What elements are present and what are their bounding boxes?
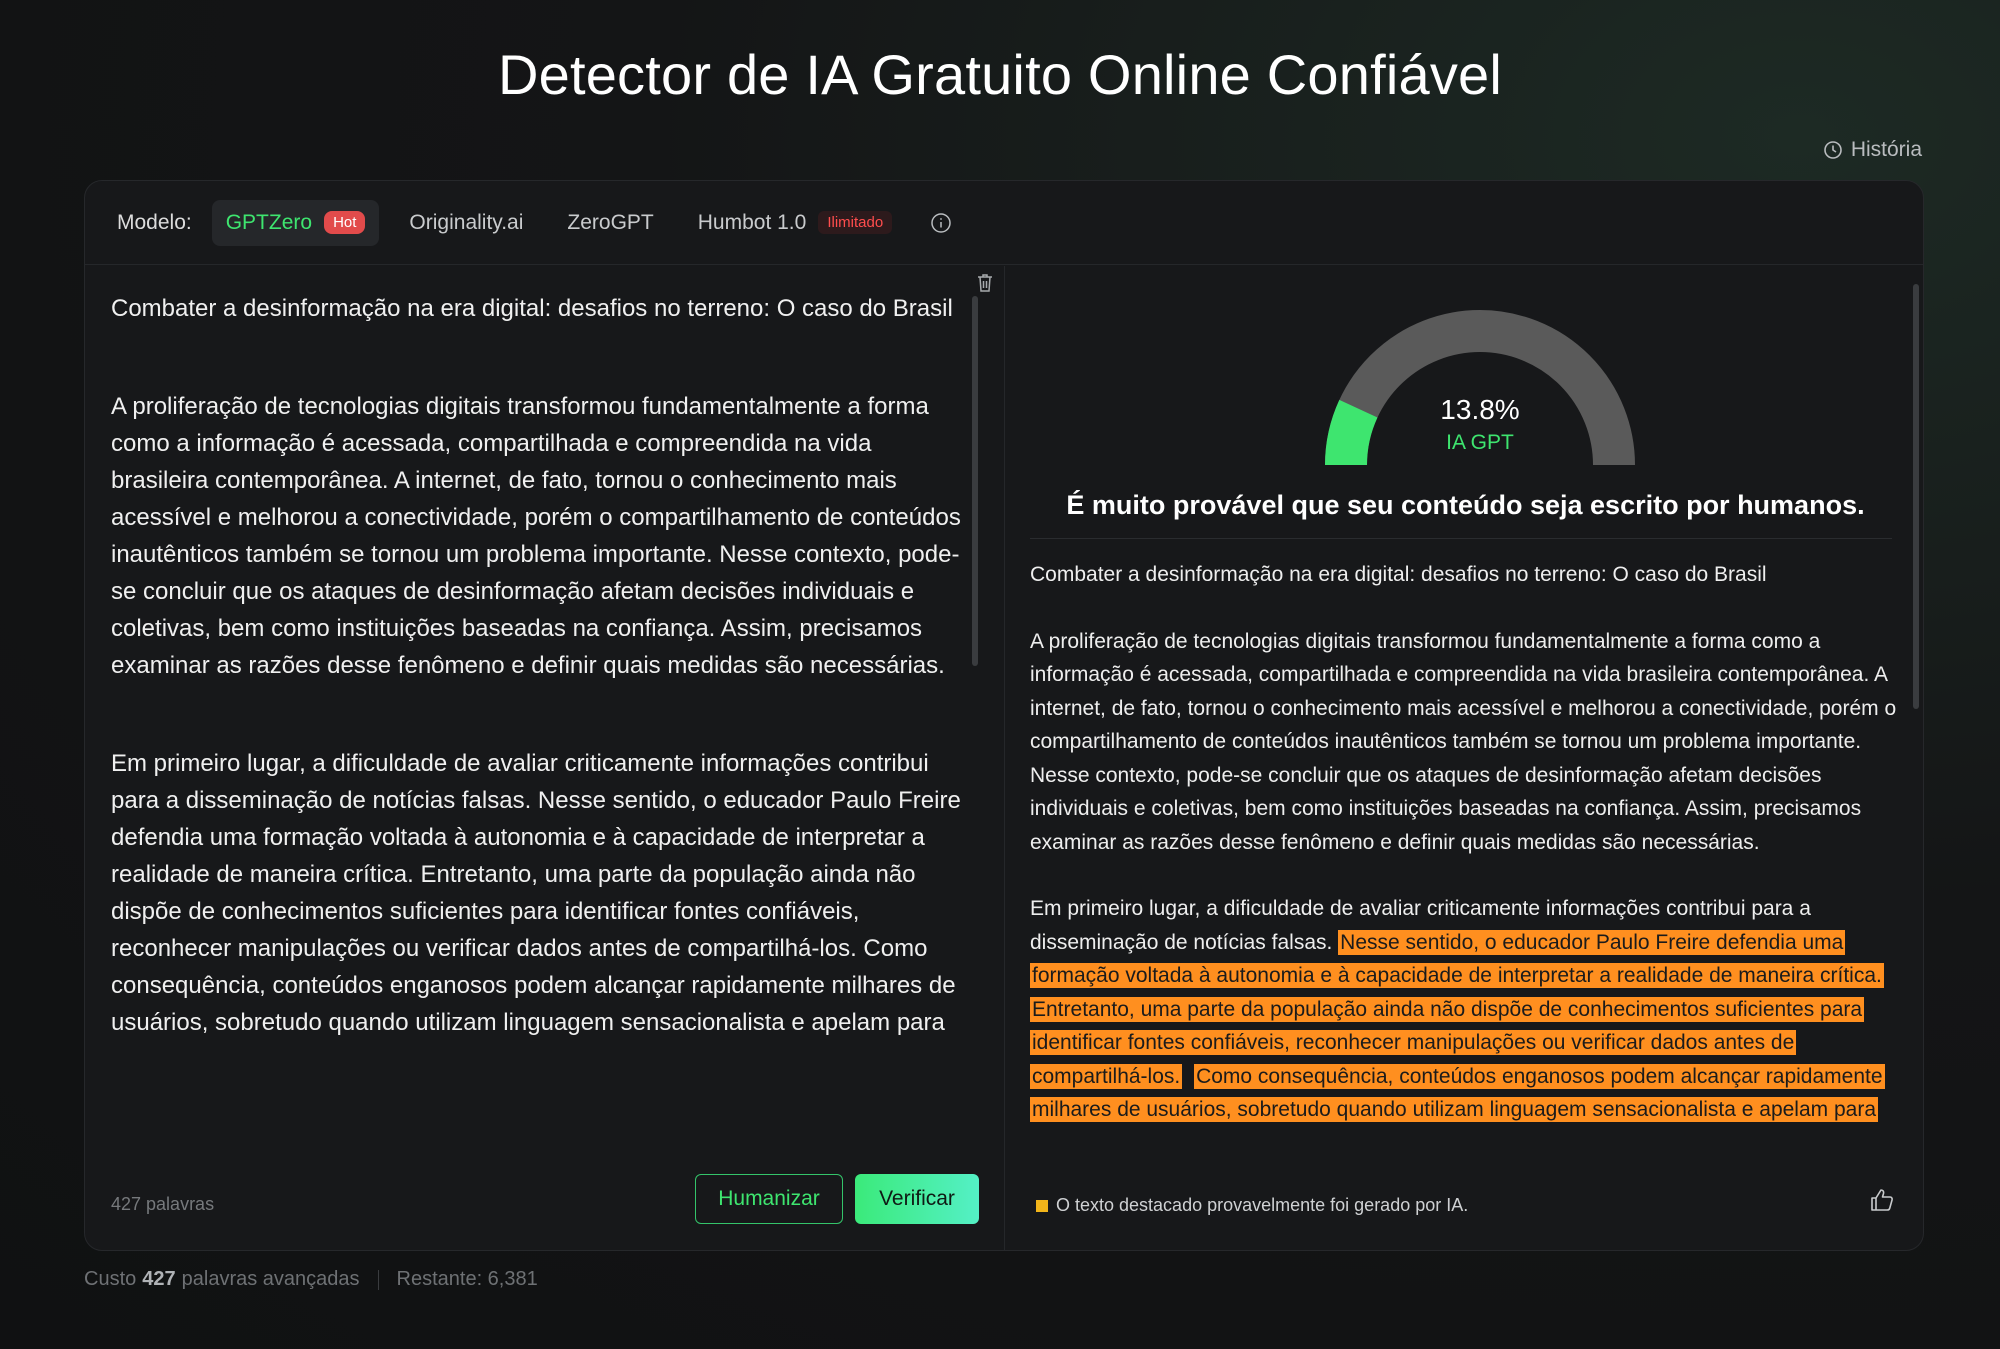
trash-icon[interactable] bbox=[975, 272, 995, 294]
input-pane: Combater a desinformação na era digital:… bbox=[85, 266, 1005, 1250]
input-paragraph: A proliferação de tecnologias digitais t… bbox=[111, 393, 961, 679]
analyzed-text: Combater a desinformação na era digital:… bbox=[1030, 558, 1902, 1154]
text-input[interactable]: Combater a desinformação na era digital:… bbox=[111, 290, 961, 1140]
model-label: Modelo: bbox=[117, 210, 192, 234]
tab-label: ZeroGPT bbox=[567, 210, 654, 234]
input-paragraph: Combater a desinformação na era digital:… bbox=[111, 295, 953, 322]
result-pane: 13.8% IA GPT É muito provável que seu co… bbox=[1006, 266, 1924, 1250]
thumbs-down-icon[interactable] bbox=[1921, 1186, 1924, 1214]
cost-prefix: Custo bbox=[84, 1268, 137, 1290]
tab-label: Humbot 1.0 bbox=[697, 210, 807, 234]
ai-percent: 13.8% bbox=[1440, 394, 1520, 425]
ai-label: IA GPT bbox=[1446, 431, 1514, 454]
analyzed-paragraph: Em primeiro lugar, a dificuldade de aval… bbox=[1030, 892, 1902, 1127]
input-paragraph: Em primeiro lugar, a dificuldade de aval… bbox=[111, 750, 961, 1036]
page-title: Detector de IA Gratuito Online Confiável bbox=[497, 43, 1503, 106]
detector-card: Modelo: GPTZero Hot Originality.ai ZeroG… bbox=[84, 180, 1924, 1251]
tab-gptzero[interactable]: GPTZero Hot bbox=[211, 199, 380, 246]
tab-label: GPTZero bbox=[225, 210, 313, 234]
word-count: 427 palavras bbox=[111, 1194, 215, 1214]
cost-value: 427 bbox=[142, 1268, 176, 1290]
info-icon[interactable] bbox=[930, 212, 952, 234]
hot-badge: Hot bbox=[324, 211, 366, 234]
clock-icon bbox=[1824, 141, 1842, 159]
footer-separator bbox=[377, 1269, 379, 1290]
tab-humbot[interactable]: Humbot 1.0 Ilimitado bbox=[684, 200, 906, 246]
history-link[interactable]: História bbox=[1823, 138, 1922, 162]
remaining-words: Restante: 6,381 bbox=[396, 1268, 538, 1290]
model-bar: Modelo: GPTZero Hot Originality.ai ZeroG… bbox=[85, 181, 1923, 265]
result-scrollbar[interactable] bbox=[1913, 284, 1919, 709]
analyzed-paragraph: A proliferação de tecnologias digitais t… bbox=[1030, 629, 1897, 854]
usage-footer: Custo 427 palavras avançadas Restante: 6… bbox=[84, 1268, 538, 1291]
legend-swatch bbox=[1036, 1199, 1048, 1212]
humanize-button[interactable]: Humanizar bbox=[695, 1174, 843, 1224]
verify-button[interactable]: Verificar bbox=[855, 1174, 979, 1224]
highlight-legend: O texto destacado provavelmente foi gera… bbox=[1036, 1195, 1468, 1216]
tab-originality[interactable]: Originality.ai bbox=[395, 200, 537, 246]
history-label: História bbox=[1850, 138, 1922, 161]
analyzed-title: Combater a desinformação na era digital:… bbox=[1030, 563, 1767, 586]
cost-suffix: palavras avançadas bbox=[181, 1268, 360, 1290]
tab-label: Originality.ai bbox=[409, 210, 524, 234]
tab-zerogpt[interactable]: ZeroGPT bbox=[553, 200, 667, 246]
legend-text: O texto destacado provavelmente foi gera… bbox=[1056, 1195, 1469, 1215]
result-divider bbox=[1030, 538, 1892, 539]
verdict: É muito provável que seu conteúdo seja e… bbox=[1066, 490, 1865, 520]
thumbs-up-icon[interactable] bbox=[1868, 1186, 1896, 1214]
input-scrollbar[interactable] bbox=[972, 296, 978, 666]
unlimited-badge: Ilimitado bbox=[818, 211, 893, 234]
